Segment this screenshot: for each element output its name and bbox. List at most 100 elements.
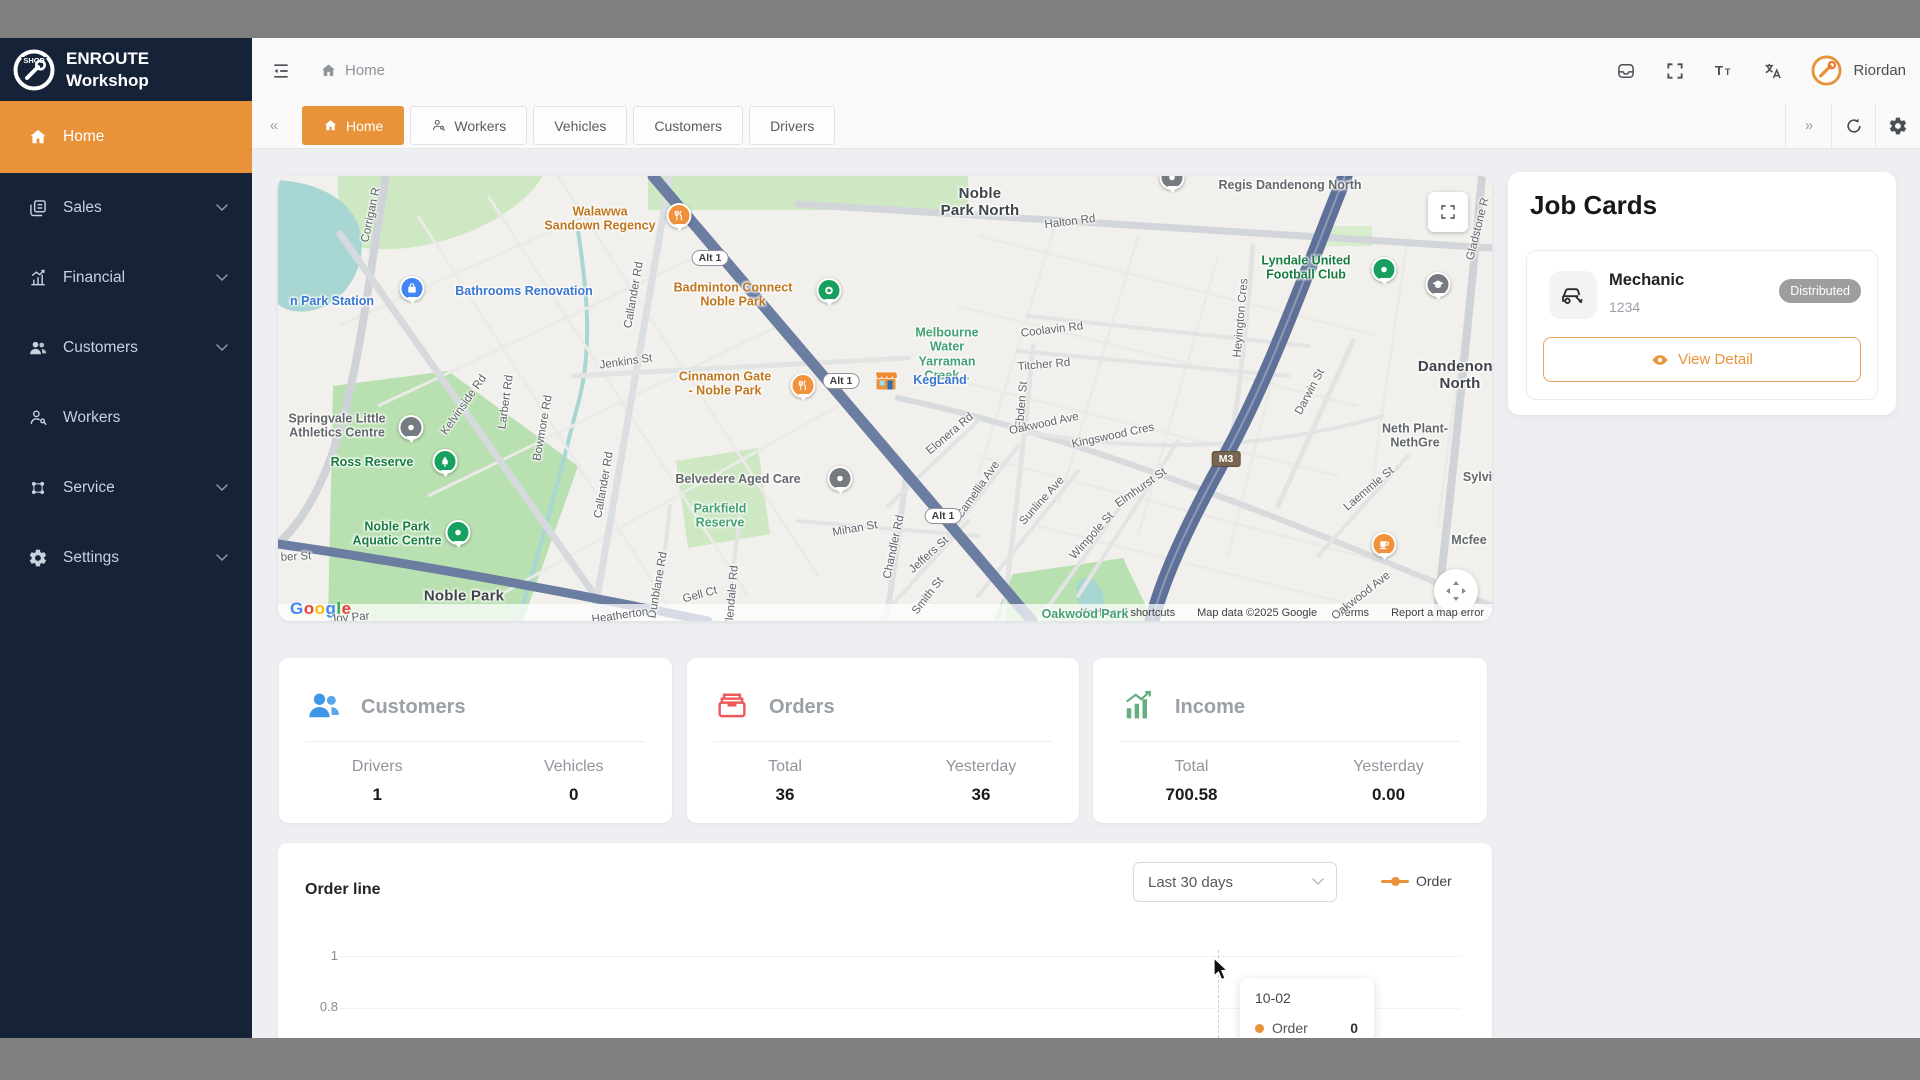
fontsize-icon[interactable]: TT	[1713, 60, 1735, 82]
avatar[interactable]	[1811, 55, 1842, 86]
map-copyright: Map data ©2025 Google	[1197, 607, 1317, 619]
home-icon	[28, 127, 48, 147]
breadcrumb-label: Home	[345, 62, 385, 79]
sidebar-item-sales[interactable]: Sales	[0, 173, 252, 243]
tab-drivers[interactable]: Drivers	[749, 106, 835, 145]
map-canvas[interactable]: Keyboard shortcuts Map data ©2025 Google…	[278, 176, 1492, 621]
view-detail-label: View Detail	[1678, 351, 1753, 368]
map-card: Keyboard shortcuts Map data ©2025 Google…	[278, 176, 1492, 621]
eye-icon	[1651, 351, 1669, 369]
map-poi-label: Belvedere Aged Care	[675, 472, 800, 486]
sidebar-item-settings[interactable]: Settings	[0, 523, 252, 593]
route-shield: Alt 1	[925, 508, 962, 524]
sales-icon	[28, 198, 48, 218]
user-name[interactable]: Riordan	[1853, 62, 1906, 79]
y-tick: 1	[298, 948, 338, 963]
reload-icon	[1843, 115, 1865, 137]
stat-card-orders: Orders Total 36 Yesterday 36	[687, 658, 1079, 823]
range-select-value: Last 30 days	[1148, 874, 1233, 891]
tabs-reload-icon[interactable]	[1831, 103, 1876, 148]
stat-col-label: Yesterday	[1290, 758, 1487, 776]
tab-vehicles[interactable]: Vehicles	[533, 106, 627, 145]
translate-icon[interactable]	[1762, 60, 1784, 82]
tabs-settings-icon[interactable]	[1875, 103, 1920, 148]
sidebar-item-home[interactable]: Home	[0, 101, 252, 173]
income-stat-icon	[1120, 688, 1156, 724]
svg-text:T: T	[1715, 63, 1723, 78]
stat-col-label: Drivers	[279, 758, 476, 776]
inbox-icon[interactable]	[1615, 60, 1637, 82]
aged-care-marker[interactable]	[828, 466, 853, 491]
map-fullscreen-button[interactable]	[1428, 192, 1468, 232]
gear-icon	[1887, 115, 1909, 137]
store-marker-icon[interactable]	[873, 367, 900, 394]
job-card: Mechanic 1234 Distributed View Detail	[1526, 250, 1878, 400]
cafe-marker[interactable]	[1372, 532, 1397, 557]
tab-workers[interactable]: Workers	[410, 106, 527, 145]
expand-icon[interactable]	[1664, 60, 1686, 82]
tab-label: Workers	[454, 118, 506, 134]
status-badge: Distributed	[1779, 279, 1861, 303]
customers-stat-icon	[306, 688, 342, 724]
tabs-more-icon[interactable]: »	[1785, 103, 1832, 148]
sports-marker[interactable]	[1372, 257, 1397, 282]
view-detail-button[interactable]: View Detail	[1543, 337, 1861, 382]
brand-name-line1: ENROUTE	[66, 48, 149, 69]
menu-fold-icon[interactable]	[270, 60, 292, 82]
stat-col: Drivers 1	[279, 758, 476, 805]
map-road-label: ber St	[280, 550, 311, 564]
map-locality-label: Noble Park	[424, 588, 504, 605]
settings-icon	[28, 548, 48, 568]
route-shield: Alt 1	[823, 373, 860, 389]
chevron-down-icon	[216, 554, 228, 562]
map-attribution: Keyboard shortcuts Map data ©2025 Google…	[278, 604, 1492, 621]
tab-home[interactable]: Home	[302, 106, 404, 145]
gridline	[340, 956, 1460, 957]
brand: SHOP ENROUTE Workshop	[0, 38, 252, 101]
map-poi-label: Oakwood Park	[1042, 607, 1129, 621]
restaurant-marker[interactable]	[791, 373, 816, 398]
school-marker[interactable]	[1426, 272, 1451, 297]
chevron-down-icon	[216, 484, 228, 492]
divider	[1120, 741, 1460, 742]
app-window: SHOP ENROUTE Workshop Home Sales Financial…	[0, 38, 1920, 1038]
stat-col-label: Yesterday	[883, 758, 1079, 776]
tooltip-date: 10-02	[1255, 990, 1291, 1006]
sidebar-item-workers[interactable]: Workers	[0, 383, 252, 453]
stat-col: Total 700.58	[1093, 758, 1290, 805]
chart-tooltip: 10-02 Order 0	[1240, 978, 1374, 1038]
sidebar-item-label: Customers	[63, 339, 138, 357]
stat-col-value: 700.58	[1093, 785, 1290, 805]
tabs-scroll-left-icon[interactable]: «	[252, 103, 296, 148]
athletics-marker[interactable]	[399, 415, 424, 440]
restaurant-marker[interactable]	[667, 203, 692, 228]
breadcrumb[interactable]: Home	[320, 62, 385, 79]
park-marker[interactable]	[433, 449, 458, 474]
sidebar: SHOP ENROUTE Workshop Home Sales Financial…	[0, 38, 252, 1038]
orders-stat-icon	[714, 688, 750, 724]
tab-label: Home	[346, 118, 383, 134]
brand-name-line2: Workshop	[66, 70, 149, 91]
tooltip-series-label: Order	[1272, 1020, 1308, 1036]
tab-list: Home Workers VehiclesCustomersDrivers	[302, 106, 835, 145]
chart-legend[interactable]: Order	[1381, 873, 1452, 889]
service-icon	[28, 478, 48, 498]
stat-col-value: 36	[883, 785, 1079, 805]
map-poi-label: Springvale Little Athletics Centre	[288, 412, 385, 441]
map-poi-label: Parkfield Reserve	[694, 502, 747, 531]
aquatic-marker[interactable]	[446, 520, 471, 545]
map-poi-label: Ross Reserve	[331, 455, 414, 469]
tab-strip: « Home Workers VehiclesCustomersDrivers »	[252, 103, 1920, 149]
sports-marker[interactable]	[817, 278, 842, 303]
tab-customers[interactable]: Customers	[633, 106, 743, 145]
map-report-link[interactable]: Report a map error	[1391, 607, 1484, 619]
sidebar-item-service[interactable]: Service	[0, 453, 252, 523]
sidebar-item-financial[interactable]: Financial	[0, 243, 252, 313]
car-repair-icon	[1549, 271, 1597, 319]
chevron-down-icon	[216, 204, 228, 212]
sidebar-item-label: Sales	[63, 199, 102, 217]
shopping-marker[interactable]	[400, 276, 425, 301]
map-poi-label: Sylvia	[1463, 470, 1492, 484]
range-select[interactable]: Last 30 days	[1133, 862, 1337, 902]
sidebar-item-customers[interactable]: Customers	[0, 313, 252, 383]
